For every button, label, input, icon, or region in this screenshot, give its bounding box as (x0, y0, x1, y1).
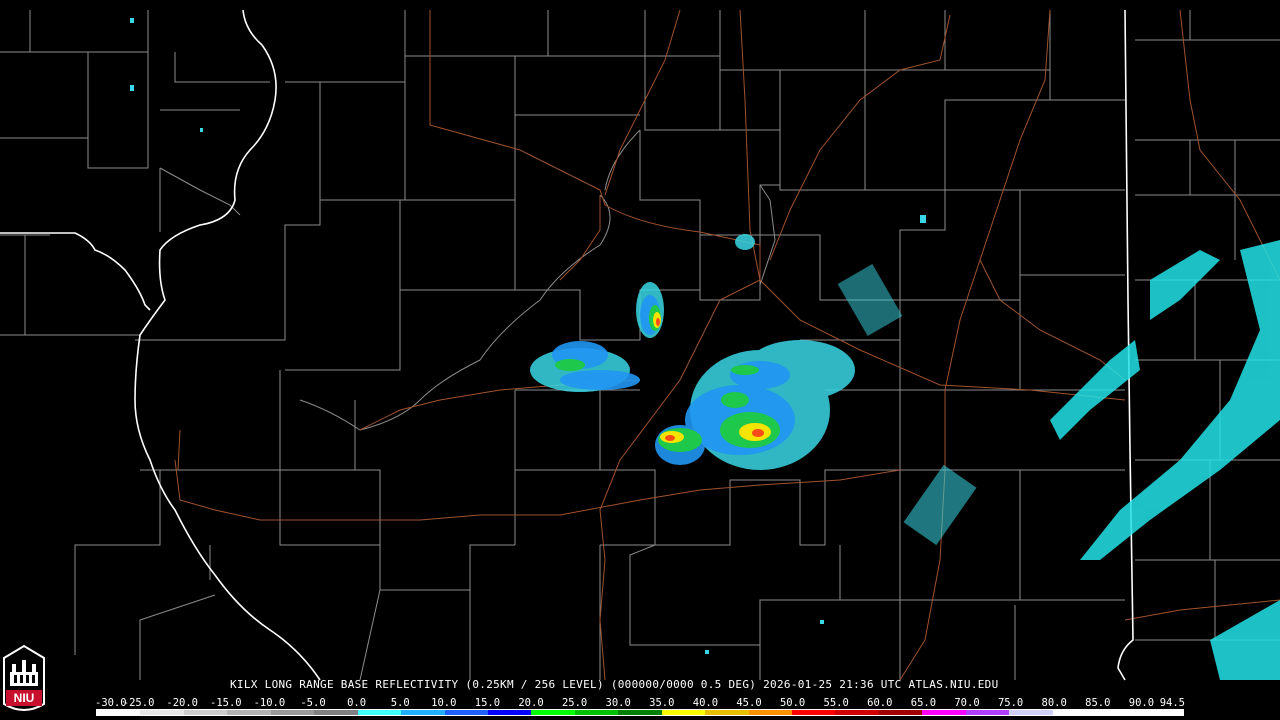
scale-swatch (1096, 710, 1140, 715)
product-resolution: (0.25KM / 256 LEVEL) (465, 678, 604, 691)
scale-label: 60.0 (867, 697, 893, 709)
scale-label: -20.0 (166, 697, 198, 709)
scale-swatch (531, 710, 575, 715)
scale-swatch (792, 710, 836, 715)
radar-map (0, 0, 1280, 720)
scale-swatch (357, 710, 402, 715)
product-caption: KILX LONG RANGE BASE REFLECTIVITY (0.25K… (230, 678, 999, 691)
scale-label: 94.5 (1159, 697, 1185, 709)
scale-label: -10.0 (253, 697, 286, 709)
station-id: KILX (230, 678, 258, 691)
scale-swatch (835, 710, 879, 715)
scale-swatch (1009, 710, 1053, 715)
scale-swatch (444, 710, 488, 715)
scale-swatch (97, 710, 141, 715)
color-scale-bar (96, 709, 1184, 716)
scale-swatch (748, 710, 792, 715)
scale-label: 15.0 (474, 697, 501, 709)
elevation-angle: (000000/0000 0.5 DEG) (610, 678, 757, 691)
scale-label: 50.0 (779, 697, 806, 709)
scale-swatch (705, 710, 749, 715)
scale-label: 65.0 (910, 697, 937, 709)
scale-label: 55.0 (823, 697, 849, 709)
scale-label: 85.0 (1085, 697, 1111, 709)
scale-label: 70.0 (954, 697, 980, 709)
scale-label: 35.0 (649, 697, 675, 709)
scale-label: 20.0 (518, 697, 544, 709)
scale-label: 90.0 (1128, 697, 1155, 709)
scale-label: 80.0 (1041, 697, 1067, 709)
product-name: LONG RANGE BASE REFLECTIVITY (264, 678, 459, 691)
scale-label: 25.0 (561, 697, 588, 709)
scale-swatch (401, 710, 445, 715)
scan-timestamp: 2026-01-25 21:36 UTC (763, 678, 902, 691)
scale-swatch (661, 710, 706, 715)
scale-swatch (574, 710, 619, 715)
scale-label: 40.0 (692, 697, 719, 709)
scale-swatch (270, 710, 315, 715)
scale-swatch (314, 710, 358, 715)
scale-label: -25.0 (122, 697, 155, 709)
scale-label: -5.0 (300, 697, 326, 709)
color-scale-labels: -30.0 -25.0 -20.0 -15.0 -10.0 -5.0 0.0 5.0 10.0 1… (95, 697, 1195, 709)
niu-logo: NIU (3, 644, 45, 711)
logo-text: NIU (14, 691, 35, 705)
scale-swatch (922, 710, 966, 715)
scale-swatch (878, 710, 923, 715)
scale-label: 5.0 (390, 697, 410, 709)
scale-label: 30.0 (605, 697, 631, 709)
scale-swatch (965, 710, 1010, 715)
scale-swatch (183, 710, 228, 715)
scale-label: 10.0 (431, 697, 457, 709)
scale-label: 45.0 (736, 697, 762, 709)
scale-swatch (487, 710, 532, 715)
scale-label: -15.0 (209, 697, 242, 709)
scale-swatch (140, 710, 184, 715)
scale-swatch (1139, 710, 1183, 715)
scale-swatch (1052, 710, 1097, 715)
scale-label: 75.0 (997, 697, 1024, 709)
scale-label: 0.0 (347, 697, 367, 709)
scale-swatch (618, 710, 662, 715)
scale-swatch (227, 710, 271, 715)
source-site: ATLAS.NIU.EDU (908, 678, 999, 691)
